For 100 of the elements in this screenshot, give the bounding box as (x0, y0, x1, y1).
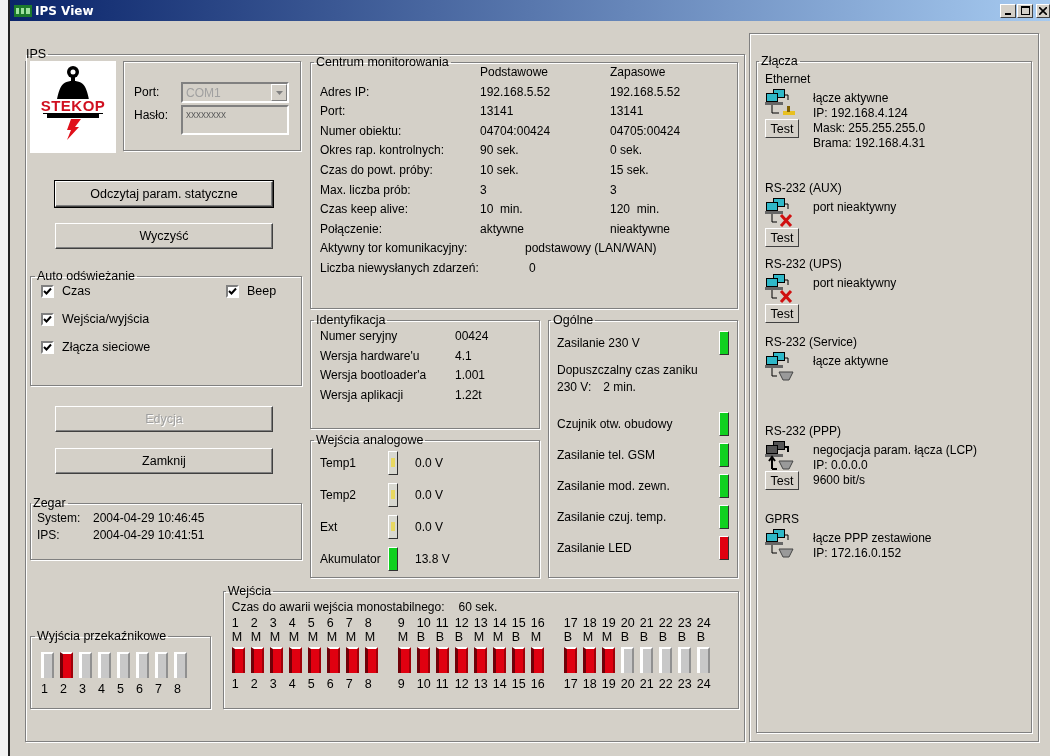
minimize-button[interactable] (1000, 3, 1016, 18)
voltage-value: 13.8 V (415, 552, 450, 566)
connector-status: łącze PPP zestawione (813, 531, 932, 546)
input-type: B (696, 630, 706, 644)
field-label: Wersja aplikacji (320, 386, 405, 404)
input-type: B (416, 630, 426, 644)
input-type: M (269, 630, 281, 644)
input-number: 12 (454, 616, 469, 630)
input-type: M (601, 630, 613, 644)
field-value: 60 sek. (458, 599, 498, 616)
field-label: Wersja bootloader'a (320, 367, 428, 384)
input-number: 24 (696, 677, 711, 691)
test-button[interactable]: Test (765, 304, 799, 323)
input-number: 10 (416, 616, 431, 630)
input-type: M (364, 630, 376, 644)
group-title: IPS (25, 47, 48, 61)
connector-name: RS-232 (AUX) (765, 181, 843, 195)
group-title: Ogólne (552, 313, 595, 327)
voltage-value: 0.0 V (415, 456, 444, 470)
checkbox-label[interactable]: Czas (62, 284, 91, 298)
test-button[interactable]: Test (765, 228, 799, 247)
input-number: 11 (435, 616, 449, 630)
field-value: 120 min. (610, 201, 661, 219)
field-label: Wersja hardware'u (320, 347, 421, 365)
clock-label: IPS: (37, 527, 61, 544)
voltage-value: 0.0 V (415, 520, 444, 534)
checkbox[interactable] (41, 312, 54, 326)
clock-label: System: (37, 510, 82, 527)
checkbox-label[interactable]: Beep (247, 284, 277, 298)
group-title: Złącza (760, 54, 799, 68)
input-number: 2 (250, 616, 258, 630)
read-parameters-button[interactable]: Odczytaj param. statyczne (55, 181, 273, 207)
checkbox[interactable] (226, 284, 239, 298)
input-type: M (492, 630, 504, 644)
relay-number: 7 (155, 682, 162, 696)
input-number: 7 (345, 677, 353, 691)
field-label: Port: (320, 103, 347, 121)
logo-text: STEKOP (39, 99, 107, 113)
input-type: B (511, 630, 521, 644)
field-label: Temp1 (320, 456, 358, 470)
input-number: 9 (397, 616, 405, 630)
field-value: 0 (529, 259, 537, 277)
field-value: 90 sek. (480, 142, 520, 160)
checkbox[interactable] (41, 284, 54, 298)
input-number: 23 (677, 616, 692, 630)
window-title: IPS View (35, 3, 94, 18)
close-dialog-button[interactable]: Zamknij (55, 448, 273, 474)
input-number: 16 (530, 616, 545, 630)
maximize-button[interactable] (1017, 3, 1033, 18)
input-number: 14 (492, 616, 507, 630)
input-number: 4 (288, 616, 296, 630)
input-number: 18 (582, 616, 597, 630)
connector-status: łącze aktywne (813, 354, 889, 369)
input-type: M (231, 630, 243, 644)
input-number: 24 (696, 616, 711, 630)
field-label: Czas keep alive: (320, 201, 410, 219)
test-button[interactable]: Test (765, 471, 799, 490)
field-value: 4.1 (455, 347, 473, 365)
app-icon (14, 4, 32, 17)
field-value: 3 (480, 181, 488, 199)
close-icon (1039, 6, 1047, 15)
group-title: Auto odświeżanie (36, 269, 136, 283)
connector-name: GPRS (765, 512, 800, 526)
input-number: 6 (326, 677, 334, 691)
checkbox-label[interactable]: Wejścia/wyjścia (62, 312, 150, 326)
connector-status: IP: 0.0.0.0 (813, 458, 869, 473)
close-button[interactable] (1036, 3, 1050, 18)
input-number: 1 (231, 677, 239, 691)
clear-button[interactable]: Wyczyść (55, 223, 273, 249)
input-number: 6 (326, 616, 334, 630)
relay-number: 4 (98, 682, 105, 696)
input-type: B (620, 630, 630, 644)
field-label: 230 V: (557, 379, 592, 396)
checkbox-label[interactable]: Złącza sieciowe (62, 340, 151, 354)
input-number: 8 (364, 616, 372, 630)
input-number: 7 (345, 616, 353, 630)
group-title: Identyfikacja (315, 313, 387, 327)
input-type: B (677, 630, 687, 644)
connector-status: port nieaktywny (813, 200, 897, 215)
relay-number: 2 (60, 682, 67, 696)
status-label: Czujnik otw. obudowy (557, 416, 673, 431)
input-type: B (658, 630, 668, 644)
field-value: 192.168.5.52 (480, 83, 552, 101)
input-number: 3 (269, 616, 277, 630)
field-value: 04705:00424 (610, 122, 682, 140)
field-value: 15 sek. (610, 161, 650, 179)
field-value: 2 min. (603, 379, 636, 396)
input-number: 5 (307, 677, 315, 691)
status-label: Zasilanie mod. zewn. (557, 478, 670, 493)
field-value: aktywne (480, 220, 526, 238)
input-number: 22 (658, 677, 673, 691)
test-button[interactable]: Test (765, 119, 799, 138)
field-value: 00424 (455, 328, 490, 345)
input-number: 9 (397, 677, 405, 691)
checkbox[interactable] (41, 340, 54, 354)
input-type: M (307, 630, 319, 644)
input-type: B (639, 630, 649, 644)
field-label: Połączenie: (320, 220, 384, 238)
field-label: Liczba niewysłanych zdarzeń: (320, 259, 480, 277)
field-label: Numer seryjny (320, 328, 399, 345)
